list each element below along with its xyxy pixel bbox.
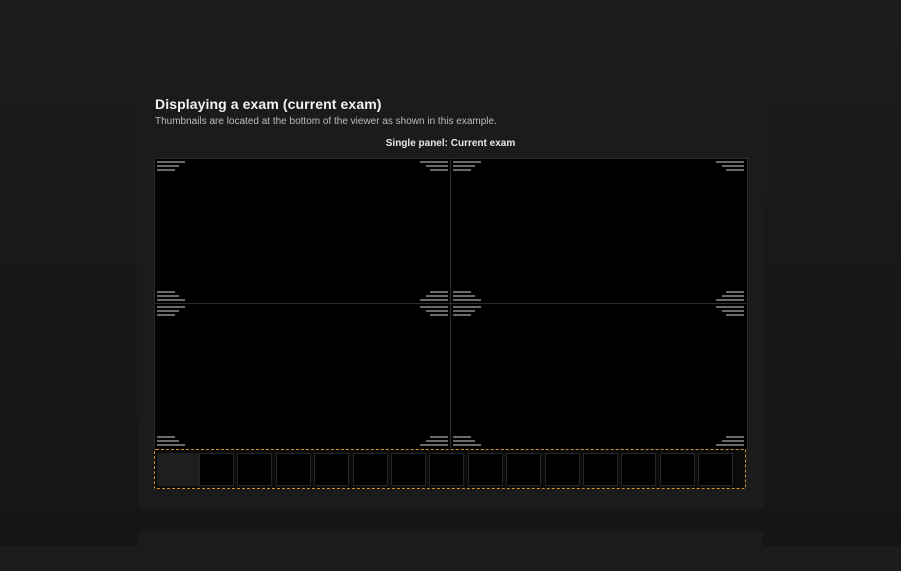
thumbnail[interactable] xyxy=(544,453,580,486)
viewport-bottom-right[interactable] xyxy=(451,304,746,448)
overlay-bottom-right xyxy=(420,436,448,446)
viewport-top-right[interactable] xyxy=(451,159,746,304)
section-subtitle: Thumbnails are located at the bottom of … xyxy=(155,116,497,127)
thumbnail[interactable] xyxy=(467,453,503,486)
viewport-top-left[interactable] xyxy=(155,159,451,304)
thumbnail-strip xyxy=(154,449,746,489)
thumbnail[interactable] xyxy=(583,453,618,486)
overlay-bottom-left xyxy=(453,436,481,446)
overlay-bottom-left xyxy=(157,436,185,446)
overlay-top-left xyxy=(453,161,481,171)
thumbnail[interactable] xyxy=(157,453,199,486)
overlay-bottom-left xyxy=(157,291,185,301)
thumbnail[interactable] xyxy=(391,453,426,486)
overlay-top-right xyxy=(420,306,448,316)
overlay-top-left xyxy=(157,161,185,171)
panel-label: Single panel: Current exam xyxy=(385,138,516,149)
thumbnail[interactable] xyxy=(659,453,695,486)
thumbnail[interactable] xyxy=(621,453,657,486)
thumbnail[interactable] xyxy=(199,453,234,486)
viewport-bottom-left[interactable] xyxy=(155,304,451,448)
overlay-bottom-right xyxy=(716,436,744,446)
overlay-top-right xyxy=(716,306,744,316)
thumbnail[interactable] xyxy=(314,453,350,486)
overlay-top-left xyxy=(453,306,481,316)
section-title: Displaying a exam (current exam) xyxy=(155,96,382,112)
thumbnail[interactable] xyxy=(352,453,388,486)
next-card xyxy=(138,531,763,571)
overlay-bottom-right xyxy=(420,291,448,301)
overlay-top-right xyxy=(420,161,448,171)
thumbnail[interactable] xyxy=(506,453,542,486)
thumbnail[interactable] xyxy=(275,453,311,486)
overlay-bottom-right xyxy=(716,291,744,301)
overlay-top-right xyxy=(716,161,744,171)
thumbnail[interactable] xyxy=(429,453,465,486)
thumbnail[interactable] xyxy=(237,453,273,486)
overlay-top-left xyxy=(157,306,185,316)
thumbnail[interactable] xyxy=(698,453,734,486)
example-card: Displaying a exam (current exam) Thumbna… xyxy=(138,80,763,508)
image-viewer xyxy=(154,158,748,450)
overlay-bottom-left xyxy=(453,291,481,301)
